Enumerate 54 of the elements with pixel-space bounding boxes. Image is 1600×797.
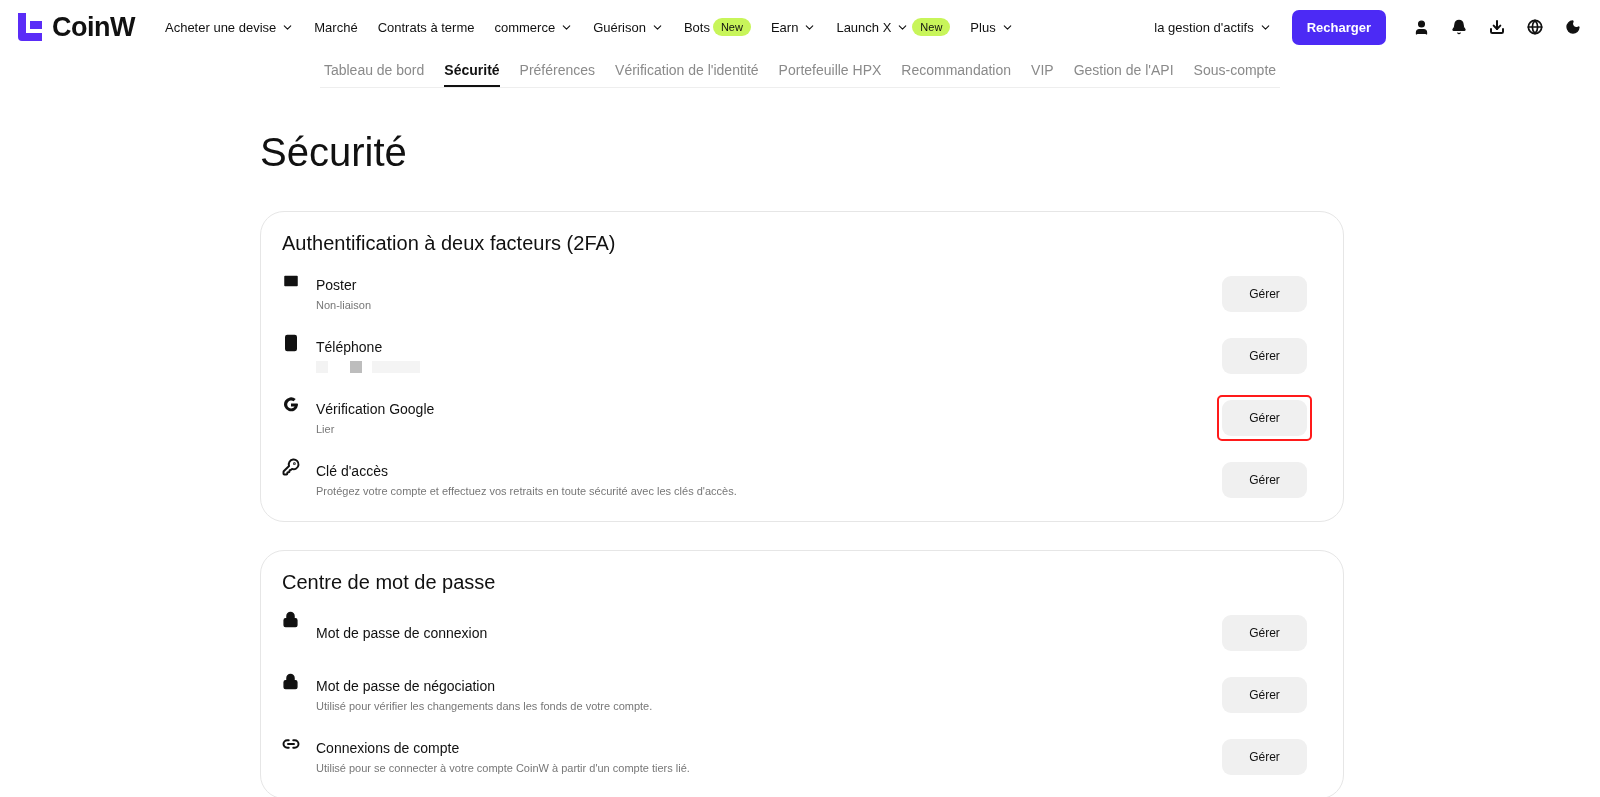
setting-title: Téléphone bbox=[316, 339, 384, 355]
logo-icon bbox=[18, 13, 42, 41]
nav-item[interactable]: Guérison bbox=[593, 19, 664, 35]
setting-description: Non-liaison bbox=[316, 299, 373, 311]
lock-icon bbox=[282, 611, 299, 628]
card-title: Authentification à deux facteurs (2FA) bbox=[282, 232, 617, 255]
subnav-tab[interactable]: Préférences bbox=[519, 54, 596, 87]
lock-icon bbox=[282, 673, 299, 690]
nav-item[interactable]: Earn bbox=[770, 19, 817, 35]
manage-button[interactable]: Gérer bbox=[1222, 615, 1307, 651]
subnav-tab[interactable]: Gestion de l'API bbox=[1073, 54, 1174, 87]
nav-item[interactable]: commerce bbox=[494, 19, 574, 35]
subnav-tab[interactable]: Sécurité bbox=[444, 54, 500, 87]
setting-description: Utilisé pour se connecter à votre compte CoinW à partir d'un compte tiers lié. bbox=[316, 762, 691, 774]
subnav-tab[interactable]: Sous-compte bbox=[1193, 54, 1277, 87]
setting-title: Vérification Google bbox=[316, 401, 436, 417]
new-badge: New bbox=[712, 18, 751, 36]
download-icon[interactable] bbox=[1488, 18, 1506, 36]
moon-icon[interactable] bbox=[1564, 18, 1582, 36]
g-letter-icon bbox=[282, 396, 300, 414]
nav-item[interactable]: Plus bbox=[970, 19, 1014, 35]
setting-title: Connexions de compte bbox=[316, 740, 461, 756]
manage-button[interactable]: Gérer bbox=[1222, 276, 1307, 312]
setting-title: Poster bbox=[316, 277, 358, 293]
nav-item[interactable]: Bots New bbox=[683, 18, 751, 36]
nav-item[interactable]: Contrats à terme bbox=[377, 19, 475, 35]
key-icon bbox=[282, 458, 300, 476]
subnav-tab[interactable]: Tableau de bord bbox=[323, 54, 425, 87]
setting-description: Lier bbox=[316, 423, 336, 435]
bell-icon[interactable] bbox=[1450, 18, 1468, 36]
recharge-button[interactable]: Recharger bbox=[1291, 9, 1386, 45]
manage-button[interactable]: Gérer bbox=[1222, 400, 1307, 436]
subnav-tab[interactable]: Vérification de l'identité bbox=[615, 54, 759, 87]
setting-description: Protégez votre compte et effectuez vos retraits en toute sécurité avec les clés d'accès. bbox=[316, 485, 738, 497]
card-title: Centre de mot de passe bbox=[282, 571, 497, 594]
manage-button[interactable]: Gérer bbox=[1222, 739, 1307, 775]
phone-icon bbox=[282, 334, 300, 352]
manage-button[interactable]: Gérer bbox=[1222, 677, 1307, 713]
setting-title: Clé d'accès bbox=[316, 463, 389, 479]
globe-icon[interactable] bbox=[1526, 18, 1544, 36]
new-badge: New bbox=[912, 18, 951, 36]
nav-item[interactable]: Acheter une devise bbox=[165, 19, 295, 35]
assets-menu[interactable]: la gestion d'actifs bbox=[1154, 19, 1272, 35]
page-title: Sécurité bbox=[260, 130, 408, 175]
manage-button[interactable]: Gérer bbox=[1222, 338, 1307, 374]
logo-text[interactable]: CoinW bbox=[52, 11, 135, 43]
setting-description: Utilisé pour vérifier les changements dans les fonds de votre compte. bbox=[316, 700, 654, 712]
nav-item[interactable]: Launch X New bbox=[836, 18, 951, 36]
manage-button[interactable]: Gérer bbox=[1222, 462, 1307, 498]
setting-title: Mot de passe de connexion bbox=[316, 625, 489, 641]
subnav-tab[interactable]: Recommandation bbox=[901, 54, 1012, 87]
setting-title: Mot de passe de négociation bbox=[316, 678, 496, 694]
subnav-tab[interactable]: Portefeuille HPX bbox=[778, 54, 882, 87]
nav-item[interactable]: Marché bbox=[314, 19, 358, 35]
